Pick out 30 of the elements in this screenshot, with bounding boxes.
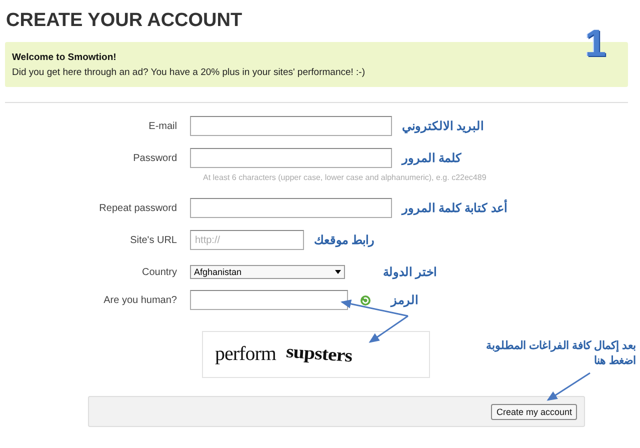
notice-message: Did you get here through an ad? You have a 20% plus in your sites' performance! :-) bbox=[12, 66, 366, 80]
arabic-annotation: رابط موقعك bbox=[314, 233, 374, 247]
arabic-annotation: بعد إكمال كافة الفراغات المطلوبة اضغط هنا bbox=[484, 339, 636, 369]
arabic-annotation: أعد كتابة كلمة المرور bbox=[402, 201, 508, 215]
arabic-annotation: الرمز bbox=[391, 293, 418, 307]
captcha-word: perform bbox=[215, 343, 276, 366]
step-number: 1 bbox=[585, 24, 606, 64]
arabic-annotation: اختر الدولة bbox=[383, 265, 436, 279]
field-label: Password bbox=[132, 152, 178, 164]
captcha-field[interactable] bbox=[190, 290, 348, 310]
country-select[interactable]: Afghanistan bbox=[190, 265, 345, 279]
arabic-annotation: البريد الالكتروني bbox=[402, 119, 484, 133]
arabic-annotation: كلمة المرور bbox=[402, 151, 462, 165]
password-field[interactable] bbox=[190, 148, 392, 168]
field-label: Are you human? bbox=[102, 294, 178, 306]
text-field[interactable] bbox=[190, 116, 392, 136]
password-field[interactable] bbox=[190, 198, 392, 218]
captcha-word: supsters bbox=[285, 342, 353, 368]
caret-icon bbox=[335, 270, 341, 274]
notice-title: Welcome to Smowtion! bbox=[12, 51, 118, 65]
field-label: Repeat password bbox=[98, 202, 178, 214]
arrow bbox=[546, 372, 590, 401]
field-label: Site's URL bbox=[129, 234, 178, 246]
page-title: CREATE YOUR ACCOUNT bbox=[5, 9, 244, 32]
url-field[interactable]: http:// bbox=[190, 230, 304, 250]
field-label: E-mail bbox=[148, 120, 178, 132]
field-label: Country bbox=[140, 266, 178, 278]
refresh-icon[interactable] bbox=[360, 294, 371, 306]
password-hint: At least 6 characters (upper case, lower case and alphanumeric), e.g. c22ec489 bbox=[203, 173, 488, 184]
create-account-button[interactable]: Create my account bbox=[491, 404, 577, 420]
